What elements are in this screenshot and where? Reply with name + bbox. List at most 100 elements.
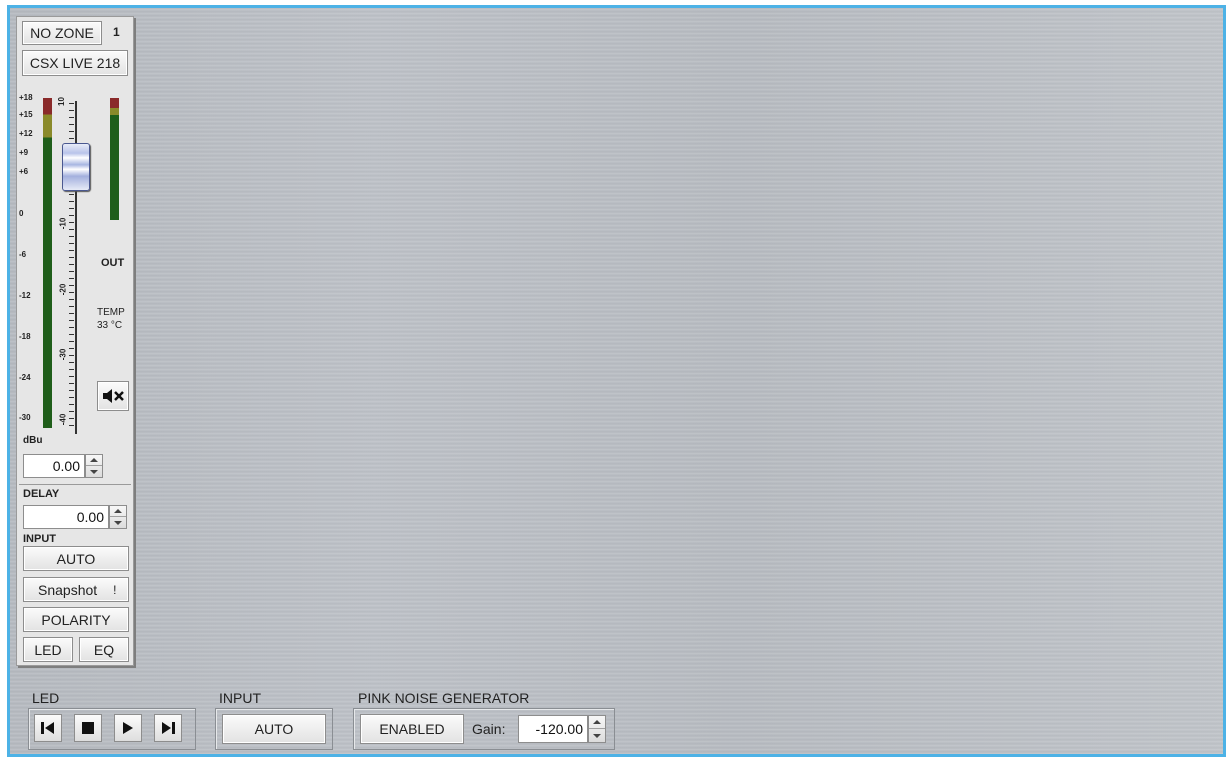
fader-tick (69, 229, 74, 230)
fader-tick (69, 299, 74, 300)
fader-tick (69, 362, 74, 363)
gain-value-field[interactable]: 0.00 (23, 454, 85, 478)
meter-scale-label: +9 (19, 148, 29, 157)
fader-tick (69, 278, 74, 279)
fader-tick (69, 131, 74, 132)
meter-scale-label: -6 (19, 250, 27, 259)
fader-tick (69, 201, 74, 202)
fader-tick (69, 313, 74, 314)
temperature-label: TEMP (97, 307, 125, 318)
meter-scale-label: 0 (19, 209, 24, 218)
fader-tick (69, 250, 74, 251)
led-skip-back-button[interactable] (34, 714, 62, 742)
pink-noise-enabled-button[interactable]: ENABLED (360, 714, 464, 744)
led-button[interactable]: LED (23, 637, 73, 662)
delay-spinner[interactable] (109, 505, 127, 529)
led-stop-button[interactable] (74, 714, 102, 742)
fader-tick (69, 264, 74, 265)
meter-unit-label: dBu (23, 435, 43, 446)
eq-button[interactable]: EQ (79, 637, 129, 662)
meter-scale-label: -18 (19, 332, 31, 341)
gain-fader-handle[interactable] (62, 143, 90, 191)
led-group-label: LED (32, 690, 60, 706)
fader-tick (69, 285, 74, 286)
play-icon (123, 722, 133, 734)
pink-noise-gain-field[interactable]: -120.00 (518, 715, 588, 743)
input-label: INPUT (23, 533, 56, 545)
fader-tick (69, 208, 74, 209)
fader-scale-label: 10 (56, 97, 66, 106)
fader-tick (69, 390, 74, 391)
meter-scale-label: +18 (19, 93, 33, 102)
fader-tick (69, 292, 74, 293)
fader-tick (69, 320, 74, 321)
gain-spinner[interactable] (85, 454, 103, 478)
meter-scale-label: +6 (19, 167, 29, 176)
fader-tick (69, 355, 74, 356)
fader-tick (69, 376, 74, 377)
fader-tick (69, 117, 74, 118)
fader-tick (69, 110, 74, 111)
device-name-button[interactable]: CSX LIVE 218 (22, 50, 128, 76)
pink-noise-group-label: PINK NOISE GENERATOR (358, 690, 530, 706)
input-level-meter (43, 98, 52, 428)
fader-tick (69, 306, 74, 307)
fader-tick (69, 425, 74, 426)
fader-tick (69, 124, 74, 125)
fader-tick (69, 327, 74, 328)
snapshot-indicator: ! (113, 582, 117, 597)
fader-tick (69, 404, 74, 405)
snapshot-label: Snapshot (38, 581, 98, 598)
bottom-input-auto-button[interactable]: AUTO (222, 714, 326, 744)
led-skip-forward-button[interactable] (154, 714, 182, 742)
skip-back-icon (41, 722, 54, 734)
fader-tick (69, 222, 74, 223)
fader-scale-label: -40 (58, 413, 68, 426)
meter-scale-label: +15 (19, 110, 33, 119)
meter-scale-label: +12 (19, 129, 33, 138)
fader-tick (69, 383, 74, 384)
temperature-value: 33 °C (97, 320, 123, 331)
pink-noise-gain-label: Gain: (472, 721, 506, 737)
divider (19, 484, 131, 485)
channel-strip: NO ZONE 1 CSX LIVE 218 +18 +15 +12 +9 +6 0 -6 -… (16, 16, 134, 666)
fader-tick (69, 271, 74, 272)
stop-icon (82, 722, 94, 734)
polarity-button[interactable]: POLARITY (23, 607, 129, 632)
fader-tick (69, 334, 74, 335)
fader-tick (69, 103, 74, 104)
delay-value-field[interactable]: 0.00 (23, 505, 109, 529)
fader-tick (69, 194, 74, 195)
led-play-button[interactable] (114, 714, 142, 742)
fader-tick (69, 397, 74, 398)
fader-tick (69, 348, 74, 349)
output-level-meter (110, 98, 119, 220)
fader-scale-label: -30 (58, 348, 68, 361)
fader-tick (69, 138, 74, 139)
snapshot-button[interactable]: Snapshot ! (23, 577, 129, 602)
input-group-label: INPUT (219, 690, 261, 706)
fader-tick (69, 341, 74, 342)
fader-tick (69, 418, 74, 419)
skip-forward-icon (162, 722, 175, 734)
meter-scale-label: -24 (19, 373, 31, 382)
mute-button[interactable] (97, 381, 129, 411)
pink-noise-gain-spinner[interactable] (588, 715, 606, 743)
channel-number: 1 (113, 25, 120, 39)
output-label: OUT (101, 257, 125, 269)
fader-tick (69, 369, 74, 370)
fader-tick (69, 215, 74, 216)
delay-label: DELAY (23, 488, 60, 500)
speaker-mute-icon (103, 389, 124, 403)
fader-scale-label: -10 (58, 217, 68, 230)
meter-scale-label: -12 (19, 291, 31, 300)
fader-scale-label: -20 (58, 283, 68, 296)
meter-scale-label: -30 (19, 413, 31, 422)
fader-tick (69, 411, 74, 412)
fader-tick (69, 236, 74, 237)
fader-tick (69, 257, 74, 258)
fader-tick (69, 243, 74, 244)
input-auto-button[interactable]: AUTO (23, 546, 129, 571)
app-window: NO ZONE 1 CSX LIVE 218 +18 +15 +12 +9 +6 0 -6 -… (7, 5, 1226, 757)
zone-button[interactable]: NO ZONE (22, 21, 102, 45)
